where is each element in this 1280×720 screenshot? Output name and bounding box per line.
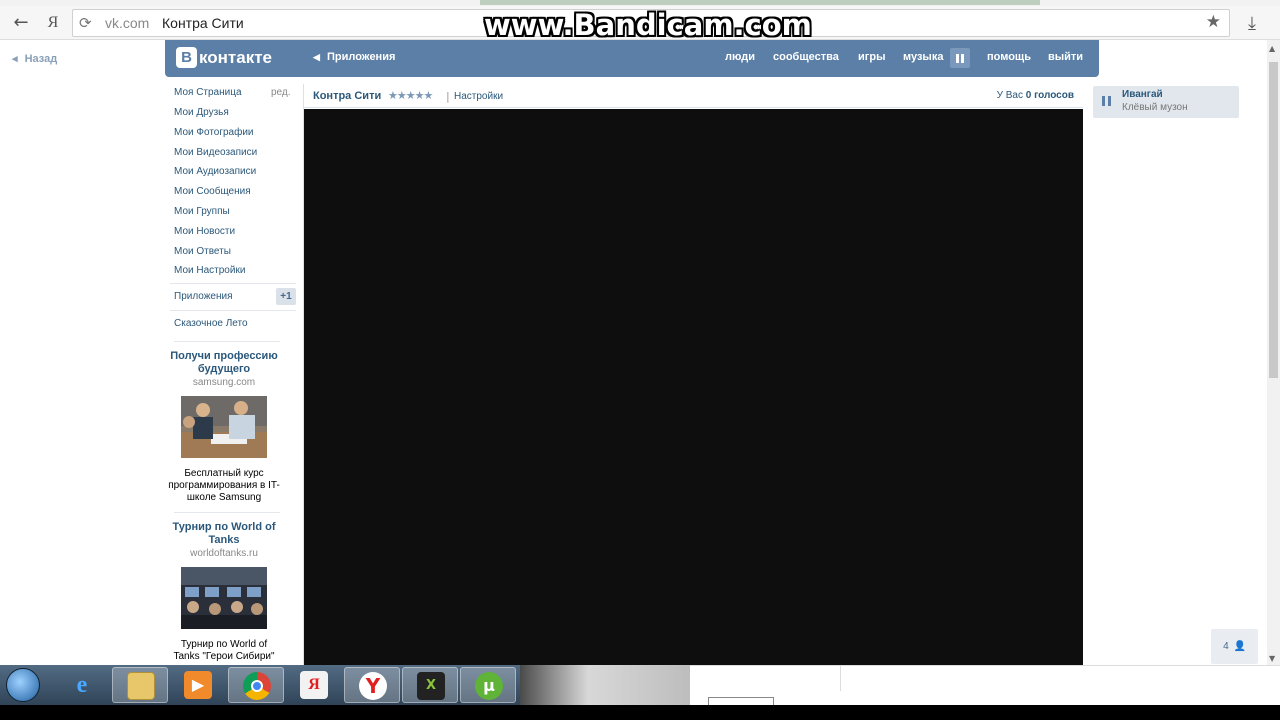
bandicam-watermark: www.Bandicam.com [484,8,812,42]
sidebar-item-audio[interactable]: Мои Аудиозаписи [174,166,256,177]
divider [170,310,296,311]
votes-value: 0 голосов [1025,90,1074,101]
ad-description: Турнир по World of Tanks "Герои Сибири" [173,639,275,662]
back-label: Назад [24,53,58,65]
votes-prefix: У Вас [996,90,1023,101]
nav-logout[interactable]: выйти [1048,51,1083,63]
edit-link[interactable]: ред. [271,87,291,98]
nav-music[interactable]: музыка [903,51,943,63]
ad-description: Бесплатный курс программирования в IT-шк… [168,468,280,503]
nav-people[interactable]: люди [725,51,755,63]
sidebar-item-my-page[interactable]: Моя Страница [174,87,242,98]
ad-domain: worldoftanks.ru [190,548,258,559]
taskbar-item[interactable] [112,667,168,703]
sidebar-item-settings[interactable]: Мои Настройки [174,265,245,276]
scrollbar-thumb[interactable] [1269,62,1278,378]
blurred-window-preview [520,665,690,705]
taskbar-item[interactable]: µ [460,667,516,703]
app-name[interactable]: Контра Сити [313,90,381,102]
chevron-left-icon: ◀ [313,52,320,62]
divider [174,341,280,342]
scroll-down-icon[interactable]: ▼ [1269,654,1275,663]
rating-stars: ★★★★★ [388,89,433,102]
nav-communities[interactable]: сообщества [773,51,839,63]
separator: | [446,90,450,103]
taskbar-item[interactable]: X [402,667,458,703]
divider [170,283,296,284]
apps-breadcrumb-label: Приложения [326,51,396,63]
xampp-icon: X [417,672,445,700]
nav-games[interactable]: игры [858,51,885,63]
pause-icon[interactable] [950,48,970,68]
vk-logo[interactable]: Вконтакте [176,47,272,69]
media-player-icon: ▶ [184,671,212,699]
player-artist: Ивангай [1122,89,1163,100]
nav-help[interactable]: помощь [987,51,1031,63]
sidebar-item-answers[interactable]: Мои Ответы [174,246,231,257]
mini-player[interactable]: Ивангай Клёвый музон [1093,86,1239,118]
url-title: Контра Сити [162,15,244,31]
yandex-browser-icon: Y [359,672,387,700]
reload-icon[interactable]: ⟳ [79,14,92,32]
download-icon[interactable]: ⤓ [1248,13,1256,34]
utorrent-icon: µ [475,672,503,700]
sidebar-item-groups[interactable]: Мои Группы [174,206,230,217]
chrome-icon [243,672,271,700]
internet-explorer-icon: e [76,672,88,698]
person-icon: 👤 [1233,641,1246,652]
taskbar-item[interactable]: ▶ [170,667,226,703]
file-explorer-icon [127,672,155,700]
sidebar-item-friends[interactable]: Мои Друзья [174,107,229,118]
chevron-left-icon: ◂ [12,53,18,65]
app-iframe[interactable] [304,109,1083,665]
taskbar-item[interactable] [228,667,284,703]
background-window [690,665,1280,706]
ad-photo-gaming-tournament [181,567,267,629]
pause-icon[interactable] [1102,96,1105,106]
vk-logo-letter: В [176,47,197,68]
taskbar-item[interactable]: Y [344,667,400,703]
friends-online-button[interactable]: 4 👤 [1211,629,1258,664]
sidebar-item-news[interactable]: Мои Новости [174,226,235,237]
ad-title[interactable]: Получи профессию будущего [168,350,280,376]
sidebar-item-app-skazochnoe-leto[interactable]: Сказочное Лето [174,318,248,329]
ad-photo-classroom [181,396,267,458]
sidebar-item-apps[interactable]: Приложения [174,291,233,302]
friends-online-count: 4 [1223,641,1229,652]
screen: ← Я ⟳ vk.com Контра Сити ★ ⤓ www.Bandica… [0,0,1280,720]
yandex-icon[interactable]: Я [42,12,64,34]
ad-domain: samsung.com [192,377,256,388]
taskbar-item[interactable]: Я [286,667,342,703]
back-link[interactable]: ◂ Назад [12,52,57,65]
windows-start-icon[interactable] [6,668,40,702]
ad-title[interactable]: Турнир по World of Tanks [168,521,280,547]
screen-bottom-edge [0,705,1280,720]
votes-balance[interactable]: У Вас 0 голосов [997,90,1074,101]
url-domain: vk.com [105,15,150,31]
taskbar-item[interactable]: e [54,667,110,703]
player-track: Клёвый музон [1122,102,1188,113]
bookmark-star-icon[interactable]: ★ [1206,12,1221,32]
app-settings-link[interactable]: Настройки [454,91,503,102]
app-header: Контра Сити ★★★★★ | Настройки У Вас 0 го… [304,84,1083,108]
page-scrollbar[interactable]: ▲ ▼ [1267,40,1280,665]
apps-breadcrumb[interactable]: ◀ Приложения [313,51,395,63]
vk-logo-text: контакте [199,48,273,67]
ad-image[interactable] [181,567,267,629]
scroll-up-icon[interactable]: ▲ [1269,44,1275,53]
yandex-icon: Я [300,671,328,699]
back-arrow-icon[interactable]: ← [10,12,32,34]
sidebar-item-photos[interactable]: Мои Фотографии [174,127,254,138]
divider [174,512,280,513]
sidebar-item-messages[interactable]: Мои Сообщения [174,186,251,197]
ad-image[interactable] [181,396,267,458]
vk-header: Вконтакте ◀ Приложения люди сообщества и… [165,40,1099,77]
sidebar-item-videos[interactable]: Мои Видеозаписи [174,147,257,158]
apps-counter-badge: +1 [276,288,296,305]
